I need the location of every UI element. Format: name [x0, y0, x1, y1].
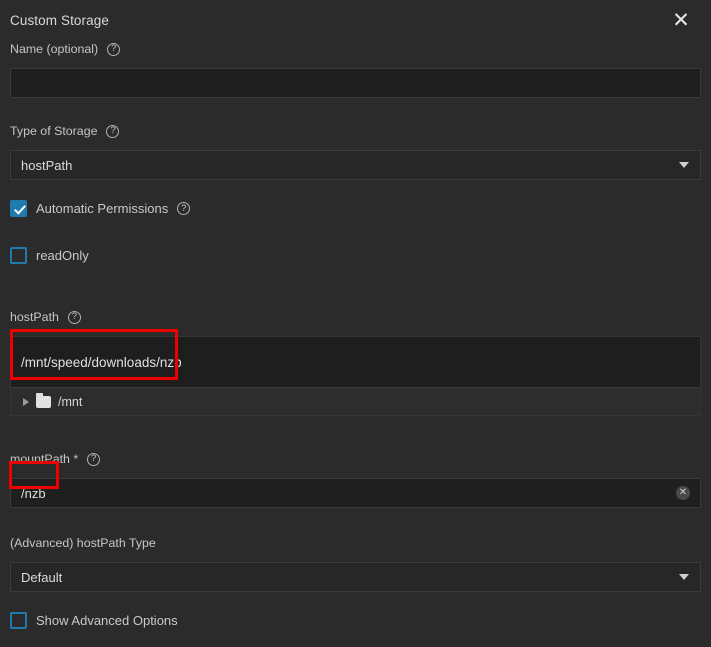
advanced-hostpath-type-label: (Advanced) hostPath Type — [10, 536, 156, 550]
mount-path-input-wrap: ✕ — [10, 478, 701, 508]
read-only-label: readOnly — [36, 248, 89, 263]
help-icon-type-of-storage[interactable]: ? — [106, 124, 120, 138]
mount-path-label-row: mountPath * ? — [10, 450, 701, 468]
type-of-storage-label: Type of Storage — [10, 124, 98, 138]
type-of-storage-select[interactable]: hostPath — [10, 150, 701, 180]
clear-icon-mount-path[interactable]: ✕ — [676, 486, 690, 500]
type-of-storage-label-row: Type of Storage ? — [10, 122, 701, 140]
show-advanced-options-row[interactable]: Show Advanced Options — [10, 612, 701, 629]
chevron-down-icon-advanced-hostpath-type[interactable] — [679, 574, 689, 580]
host-path-input[interactable]: /mnt/speed/downloads/nzb — [10, 336, 701, 387]
close-icon[interactable]: ✕ — [667, 6, 695, 34]
automatic-permissions-label: Automatic Permissions — [36, 201, 169, 216]
help-icon-name[interactable]: ? — [107, 42, 121, 56]
host-path-tree-item-mnt[interactable]: /mnt — [10, 387, 701, 416]
advanced-hostpath-type-value: Default — [21, 569, 63, 585]
type-of-storage-value: hostPath — [21, 157, 73, 173]
host-path-label: hostPath — [10, 310, 59, 324]
dialog-title: Custom Storage — [10, 12, 109, 28]
show-advanced-options-checkbox[interactable] — [10, 612, 27, 629]
read-only-row[interactable]: readOnly — [10, 247, 701, 264]
advanced-hostpath-type-select[interactable]: Default — [10, 562, 701, 592]
read-only-checkbox[interactable] — [10, 247, 27, 264]
host-path-value: /mnt/speed/downloads/nzb — [21, 354, 182, 370]
dialog-body: Name (optional) ? Type of Storage ? host… — [0, 40, 711, 629]
mount-path-input[interactable] — [10, 478, 701, 508]
mount-path-label: mountPath * — [10, 452, 79, 466]
host-path-tree-label-mnt: /mnt — [58, 394, 83, 409]
folder-icon-mnt — [36, 392, 51, 408]
advanced-hostpath-type-label-row: (Advanced) hostPath Type — [10, 534, 701, 552]
help-icon-host-path[interactable]: ? — [67, 310, 81, 324]
automatic-permissions-checkbox[interactable] — [10, 200, 27, 217]
help-icon-automatic-permissions[interactable]: ? — [177, 202, 191, 215]
chevron-right-icon-mnt[interactable] — [23, 397, 29, 406]
name-field-label: Name (optional) — [10, 42, 99, 56]
show-advanced-options-label: Show Advanced Options — [36, 613, 178, 628]
custom-storage-dialog: Custom Storage ✕ Name (optional) ? Type … — [0, 0, 711, 647]
dialog-header: Custom Storage ✕ — [0, 0, 711, 40]
chevron-down-icon-type-of-storage[interactable] — [679, 162, 689, 168]
automatic-permissions-row[interactable]: Automatic Permissions ? — [10, 200, 701, 217]
host-path-label-row: hostPath ? — [10, 308, 701, 326]
name-input[interactable] — [10, 68, 701, 98]
name-field-label-row: Name (optional) ? — [10, 40, 701, 58]
help-icon-mount-path[interactable]: ? — [87, 452, 101, 466]
